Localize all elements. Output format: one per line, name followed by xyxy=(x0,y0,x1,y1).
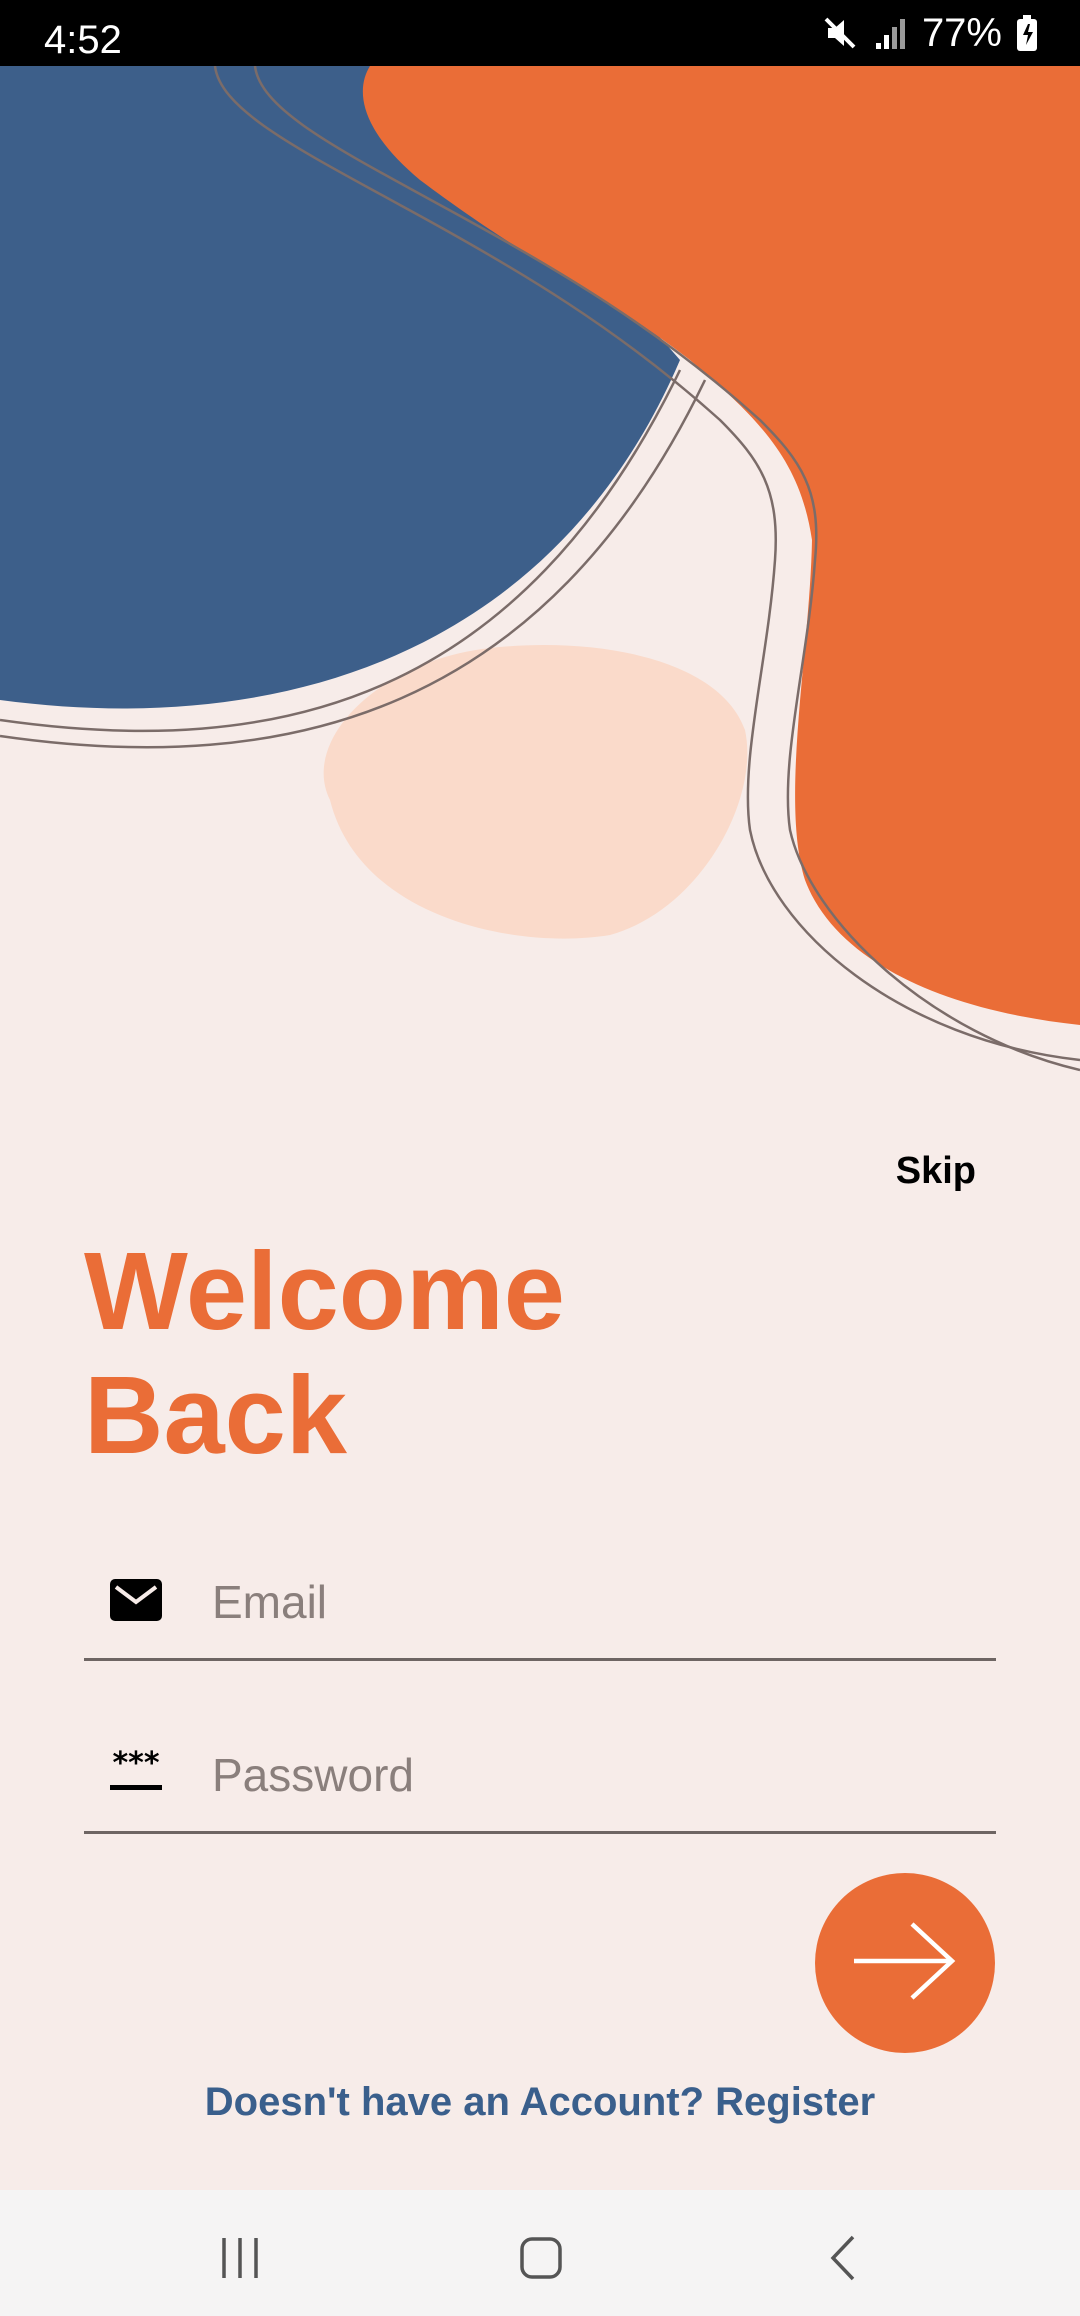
signal-icon xyxy=(874,15,908,51)
status-icons: 77% xyxy=(820,0,1038,66)
register-link[interactable]: Doesn't have an Account? Register xyxy=(205,2080,875,2124)
battery-charging-icon xyxy=(1016,14,1038,52)
battery-level: 77% xyxy=(921,10,1002,55)
welcome-title: Welcome Back xyxy=(84,1230,565,1478)
title-line-2: Back xyxy=(84,1354,347,1477)
decorative-background-shapes xyxy=(0,66,1080,1072)
mail-icon xyxy=(108,1576,164,1624)
svg-text:***: *** xyxy=(112,1749,159,1781)
password-input[interactable] xyxy=(210,1731,974,1819)
recent-apps-icon[interactable] xyxy=(210,2228,270,2288)
title-line-1: Welcome xyxy=(84,1230,565,1353)
back-icon[interactable] xyxy=(815,2228,875,2288)
login-submit-button[interactable] xyxy=(815,1873,995,2053)
register-prompt: Doesn't have an Account? Register xyxy=(0,2080,1080,2125)
password-field[interactable]: *** xyxy=(84,1713,996,1834)
email-field[interactable] xyxy=(84,1540,996,1661)
status-bar: 4:52 77% xyxy=(0,0,1080,66)
password-icon: *** xyxy=(108,1746,164,1797)
status-time: 4:52 xyxy=(44,18,122,62)
skip-button[interactable]: Skip xyxy=(896,1150,976,1193)
system-nav-bar xyxy=(0,2190,1080,2316)
email-input[interactable] xyxy=(210,1558,974,1646)
home-icon[interactable] xyxy=(511,2228,571,2288)
arrow-right-icon xyxy=(850,1916,960,2011)
mute-icon xyxy=(820,13,860,53)
